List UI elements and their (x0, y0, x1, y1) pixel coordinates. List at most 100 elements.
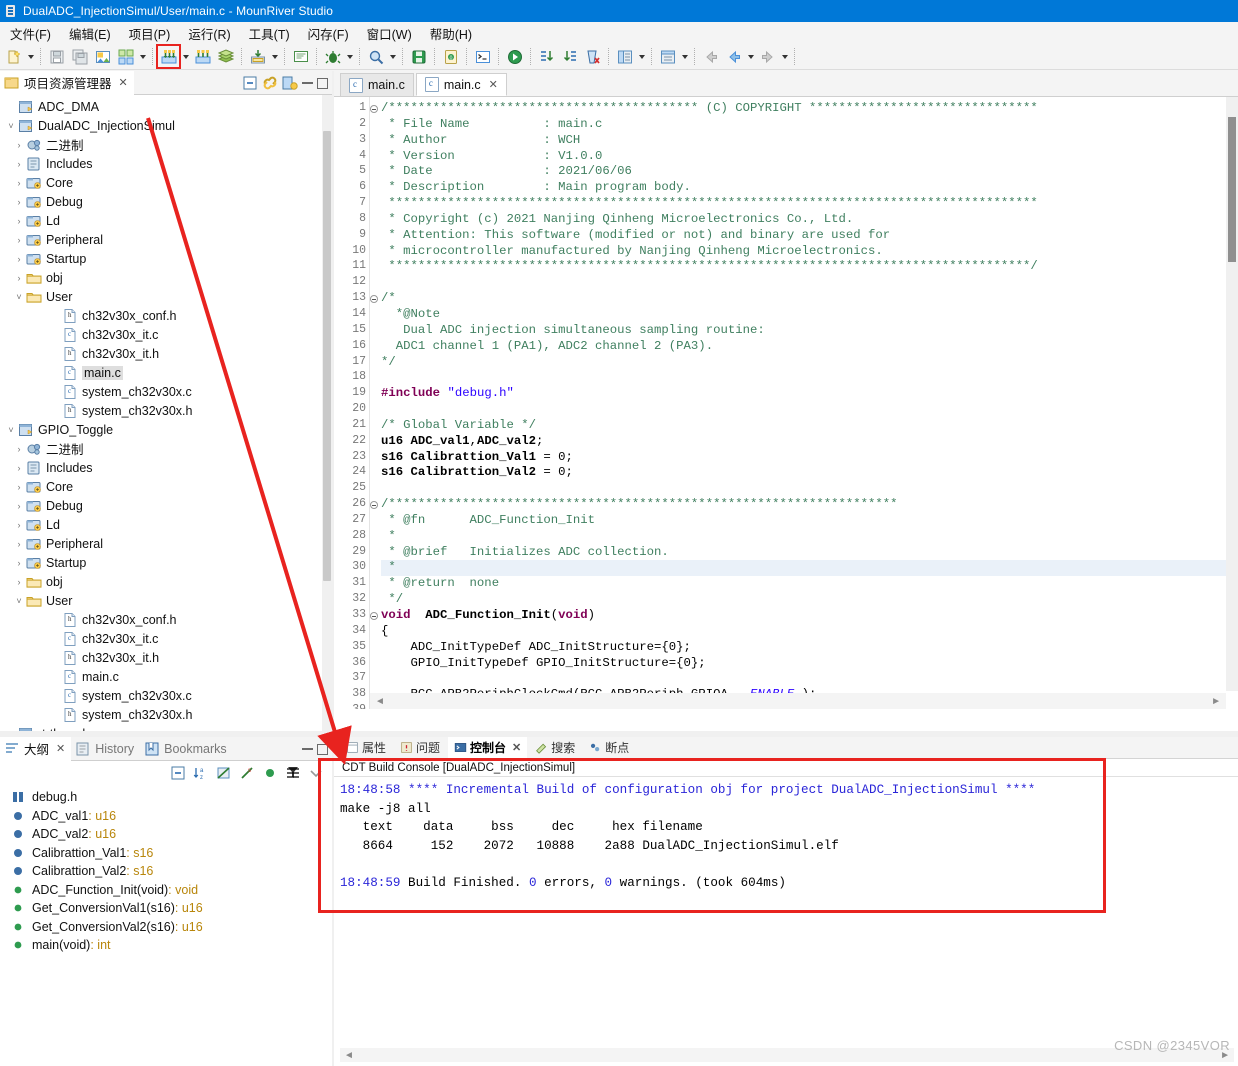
outline-item[interactable]: ADC_Function_Init(void) : void (0, 881, 332, 900)
tree-item-main.c[interactable]: c main.c (0, 363, 332, 382)
expand-toggle-icon[interactable]: ˅ (12, 292, 26, 302)
code-line[interactable]: * Version : V1.0.0 (381, 149, 1238, 165)
menu-item-flash[interactable]: 闪存(F) (300, 22, 359, 45)
tree-item-core[interactable]: › Core (0, 477, 332, 496)
maximize-icon[interactable] (317, 77, 328, 89)
outline-item[interactable]: ADC_val1 : u16 (0, 807, 332, 826)
link-with-editor-icon[interactable] (262, 75, 278, 91)
expand-toggle-icon[interactable]: › (12, 501, 26, 511)
outline-item[interactable]: ADC_val2 : u16 (0, 825, 332, 844)
tree-item-ch32v30x_conf.h[interactable]: h ch32v30x_conf.h (0, 610, 332, 629)
close-icon[interactable]: ✕ (512, 741, 521, 754)
open-terminal-icon[interactable] (290, 46, 311, 67)
expand-toggle-icon[interactable]: › (12, 482, 26, 492)
code-line[interactable]: * microcontroller manufactured by Nanjin… (381, 244, 1238, 260)
code-line[interactable]: * Date : 2021/06/06 (381, 164, 1238, 180)
collapse-all-icon[interactable] (242, 75, 258, 91)
code-line[interactable]: ****************************************… (381, 196, 1238, 212)
expand-toggle-icon[interactable]: › (12, 558, 26, 568)
expand-toggle-icon[interactable]: › (12, 444, 26, 454)
tab-problems[interactable]: 问题 (394, 737, 446, 759)
sort-icon[interactable]: az (193, 765, 209, 781)
download-icon[interactable] (247, 46, 268, 67)
forward-dropdown-icon[interactable] (779, 47, 790, 67)
scroll-right-icon[interactable]: ► (1211, 696, 1221, 707)
save-config-icon[interactable] (408, 46, 429, 67)
scrollbar-thumb[interactable] (1228, 117, 1236, 262)
build-configs-dropdown-icon[interactable] (137, 47, 148, 67)
tree-item-main.c[interactable]: c main.c (0, 667, 332, 686)
code-line[interactable]: GPIO_InitTypeDef GPIO_InitStructure={0}; (381, 656, 1238, 672)
tree-item-[interactable]: › 二进制 (0, 439, 332, 458)
code-line[interactable]: * @return none (381, 576, 1238, 592)
outline-item[interactable]: main(void) : int (0, 936, 332, 955)
tree-item-adc_dma[interactable]: ADC_DMA (0, 97, 332, 116)
minimize-icon[interactable] (302, 82, 313, 84)
code-line[interactable]: void ADC_Function_Init(void) (381, 608, 1238, 624)
tree-item-peripheral[interactable]: › Peripheral (0, 534, 332, 553)
code-line[interactable]: */ (381, 592, 1238, 608)
forward-icon[interactable] (757, 46, 778, 67)
scroll-left-icon[interactable]: ◄ (375, 696, 385, 707)
tree-item-ld[interactable]: › Ld (0, 515, 332, 534)
code-line[interactable]: #include "debug.h" (381, 386, 1238, 402)
tree-item-startup[interactable]: › Startup (0, 249, 332, 268)
scrollbar-thumb[interactable] (323, 131, 331, 581)
tree-item-system_ch32v30x.c[interactable]: c system_ch32v30x.c (0, 382, 332, 401)
code-line[interactable]: * (381, 529, 1238, 545)
menu-item-edit[interactable]: 编辑(E) (61, 22, 121, 45)
step-over-icon[interactable] (559, 46, 580, 67)
tree-item-gpio_toggle[interactable]: ˅ GPIO_Toggle (0, 420, 332, 439)
code-line[interactable]: ADC_InitTypeDef ADC_InitStructure={0}; (381, 640, 1238, 656)
console-horizontal-scrollbar[interactable]: ◄ ► (340, 1048, 1234, 1062)
hide-nonpublic-icon[interactable] (262, 765, 278, 781)
hide-static-icon[interactable]: s (239, 765, 255, 781)
outline-item[interactable]: Get_ConversionVal1(s16) : u16 (0, 899, 332, 918)
tab-history[interactable]: History (71, 737, 140, 761)
outline-item[interactable]: debug.h (0, 788, 332, 807)
code-line[interactable] (381, 370, 1238, 386)
code-line[interactable]: * Description : Main program body. (381, 180, 1238, 196)
expand-toggle-icon[interactable]: › (12, 577, 26, 587)
expand-toggle-icon[interactable]: › (12, 539, 26, 549)
build-configs-icon[interactable] (115, 46, 136, 67)
build-dropdown-icon[interactable] (180, 47, 191, 67)
expand-toggle-icon[interactable]: › (12, 273, 26, 283)
tree-item-ld[interactable]: › Ld (0, 211, 332, 230)
remove-breakpoints-icon[interactable] (582, 46, 603, 67)
tree-item-core[interactable]: › Core (0, 173, 332, 192)
hide-fields-icon[interactable] (216, 765, 232, 781)
code-line[interactable]: ADC1 channel 1 (PA1), ADC2 channel 2 (PA… (381, 339, 1238, 355)
code-line[interactable]: */ (381, 355, 1238, 371)
minimize-icon[interactable] (302, 748, 313, 750)
tree-item-obj[interactable]: › obj (0, 268, 332, 287)
tree-item-ch32v30x_it.h[interactable]: h ch32v30x_it.h (0, 344, 332, 363)
code-line[interactable]: * Attention: This software (modified or … (381, 228, 1238, 244)
save-icon[interactable] (46, 46, 67, 67)
tree-item-system_ch32v30x.h[interactable]: h system_ch32v30x.h (0, 705, 332, 724)
perspective-icon[interactable] (614, 46, 635, 67)
expand-toggle-icon[interactable]: › (12, 197, 26, 207)
expand-toggle-icon[interactable]: › (12, 520, 26, 530)
expand-toggle-icon[interactable]: › (12, 178, 26, 188)
close-icon[interactable]: ✕ (56, 742, 65, 755)
code-line[interactable]: * Copyright (c) 2021 Nanjing Qinheng Mic… (381, 212, 1238, 228)
editor-horizontal-scrollbar[interactable]: ◄ ► (370, 693, 1226, 709)
close-icon[interactable]: ✕ (489, 78, 498, 91)
back-icon[interactable] (700, 46, 721, 67)
tree-item-system_ch32v30x.h[interactable]: h system_ch32v30x.h (0, 401, 332, 420)
tree-item-includes[interactable]: › Includes (0, 458, 332, 477)
download-dropdown-icon[interactable] (269, 47, 280, 67)
menu-item-window[interactable]: 窗口(W) (359, 22, 422, 45)
expand-toggle-icon[interactable]: › (12, 254, 26, 264)
print-preview-icon[interactable] (92, 46, 113, 67)
code-line[interactable]: *@Note (381, 307, 1238, 323)
perspective-dropdown-icon[interactable] (636, 47, 647, 67)
menu-item-help[interactable]: 帮助(H) (422, 22, 482, 45)
code-line[interactable]: s16 Calibrattion_Val1 = 0; (381, 450, 1238, 466)
tree-item-ch32v30x_it.h[interactable]: h ch32v30x_it.h (0, 648, 332, 667)
back-dropdown-icon[interactable] (745, 47, 756, 67)
clean-icon[interactable] (215, 46, 236, 67)
back-active-icon[interactable] (723, 46, 744, 67)
search-dropdown-icon[interactable] (387, 47, 398, 67)
